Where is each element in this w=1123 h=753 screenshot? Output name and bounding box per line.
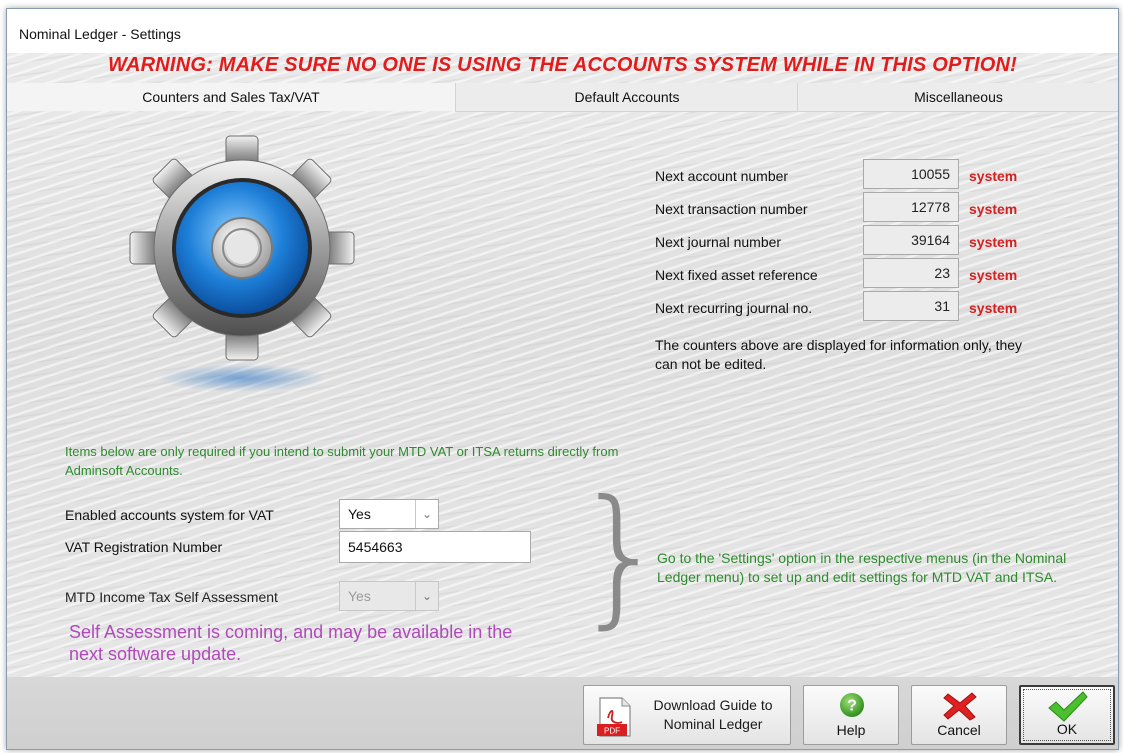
tab-label: Counters and Sales Tax/VAT xyxy=(142,89,320,105)
close-icon xyxy=(943,692,977,721)
download-guide-button[interactable]: PDF Download Guide to Nominal Ledger xyxy=(583,685,791,745)
system-tag: system xyxy=(969,267,1018,283)
settings-gear-icon xyxy=(129,135,355,392)
chevron-down-icon[interactable]: ⌄ xyxy=(415,500,438,528)
system-tag: system xyxy=(969,300,1018,316)
checkmark-icon xyxy=(1048,691,1088,722)
next-fixed-asset-reference-field: 23 xyxy=(863,258,959,288)
tab-label: Miscellaneous xyxy=(914,89,1003,105)
ok-label: OK xyxy=(1056,721,1078,737)
counter-label: Next recurring journal no. xyxy=(655,300,813,316)
brace-divider: } xyxy=(573,469,669,643)
counter-label: Next fixed asset reference xyxy=(655,267,818,283)
pdf-icon: PDF xyxy=(597,697,631,737)
svg-text:?: ? xyxy=(847,698,857,715)
warning-banner: WARNING: MAKE SURE NO ONE IS USING THE A… xyxy=(108,54,1017,76)
mtd-intro-note: Items below are only required if you int… xyxy=(65,444,619,478)
next-transaction-number-field: 12778 xyxy=(863,192,959,222)
tab-default-accounts[interactable]: Default Accounts xyxy=(455,83,798,112)
counter-label: Next account number xyxy=(655,168,789,184)
tab-counters-vat[interactable]: Counters and Sales Tax/VAT xyxy=(7,83,455,111)
tab-bar: Counters and Sales Tax/VAT Default Accou… xyxy=(7,83,1118,112)
help-icon: ? xyxy=(840,693,864,717)
chevron-down-icon: ⌄ xyxy=(415,582,438,610)
next-recurring-journal-field: 31 xyxy=(863,291,959,321)
vat-enabled-select[interactable]: Yes ⌄ xyxy=(339,499,439,529)
next-account-number-field: 10055 xyxy=(863,159,959,189)
tab-label: Default Accounts xyxy=(574,89,680,105)
tab-miscellaneous[interactable]: Miscellaneous xyxy=(797,83,1118,112)
counter-label: Next transaction number xyxy=(655,201,808,217)
help-button[interactable]: ? Help xyxy=(803,685,899,745)
mtd-settings-note: Go to the 'Settings' option in the respe… xyxy=(657,550,1067,585)
system-tag: system xyxy=(969,201,1018,217)
system-tag: system xyxy=(969,168,1018,184)
system-tag: system xyxy=(969,234,1018,250)
help-label: Help xyxy=(836,722,866,738)
itsa-value: Yes xyxy=(348,588,371,604)
cancel-label: Cancel xyxy=(937,722,981,738)
self-assessment-note: Self Assessment is coming, and may be av… xyxy=(69,622,513,664)
download-guide-label: Download Guide to Nominal Ledger xyxy=(653,697,773,732)
counter-label: Next journal number xyxy=(655,234,782,250)
vat-registration-input[interactable]: 5454663 xyxy=(339,531,531,563)
itsa-label: MTD Income Tax Self Assessment xyxy=(65,589,278,605)
content-area: WARNING: MAKE SURE NO ONE IS USING THE A… xyxy=(7,53,1118,749)
window-title: Nominal Ledger - Settings xyxy=(19,26,181,42)
title-bar: Nominal Ledger - Settings xyxy=(7,9,1118,53)
next-journal-number-field: 39164 xyxy=(863,225,959,255)
vat-enabled-value: Yes xyxy=(348,506,371,522)
itsa-select: Yes ⌄ xyxy=(339,581,439,611)
counters-info-note: The counters above are displayed for inf… xyxy=(655,337,1023,372)
ok-button[interactable]: OK xyxy=(1019,685,1115,745)
cancel-button[interactable]: Cancel xyxy=(911,685,1007,745)
svg-text:PDF: PDF xyxy=(604,727,620,736)
settings-window: Nominal Ledger - Settings WARNING: MAKE … xyxy=(6,8,1119,750)
vat-enabled-label: Enabled accounts system for VAT xyxy=(65,507,274,523)
vat-registration-label: VAT Registration Number xyxy=(65,539,223,555)
